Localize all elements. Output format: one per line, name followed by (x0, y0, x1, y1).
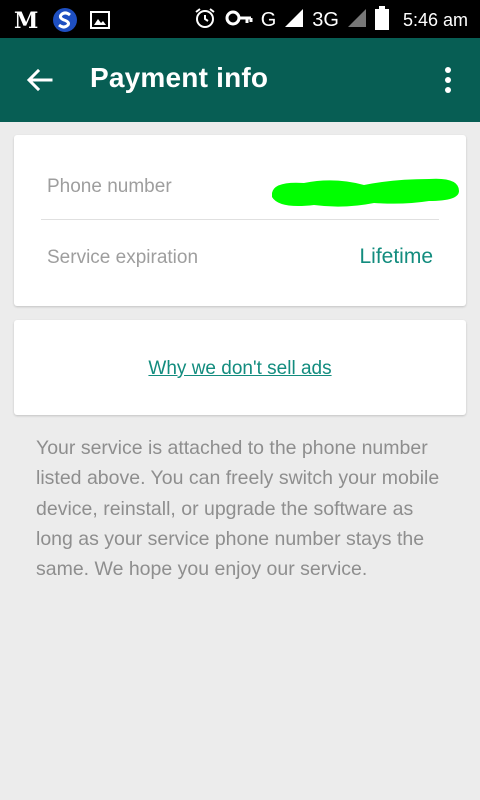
service-expiration-label: Service expiration (47, 247, 199, 268)
gallery-icon (90, 10, 110, 35)
key-icon (225, 8, 253, 33)
phone-number-redaction (264, 173, 464, 218)
ads-link-card: Why we don't sell ads (14, 320, 466, 415)
service-description: Your service is attached to the phone nu… (36, 437, 440, 581)
page-title: Payment info (90, 62, 269, 93)
m-app-icon: M (14, 8, 40, 36)
phone-number-label: Phone number (47, 176, 172, 197)
more-options-button[interactable] (438, 60, 458, 100)
app-bar: Payment info (0, 38, 480, 122)
more-vert-icon (445, 67, 451, 93)
divider (41, 219, 439, 220)
payment-info-card: Phone number Service expiration Lifetime (14, 135, 466, 306)
network-3g-label: 3G (312, 9, 339, 31)
status-time: 5:46 am (402, 10, 468, 30)
battery-icon (374, 6, 389, 35)
signal-g-icon (284, 8, 304, 33)
arrow-back-icon (26, 68, 53, 92)
svg-text:M: M (14, 9, 38, 31)
service-expiration-value: Lifetime (359, 245, 433, 268)
signal-3g-icon (347, 8, 367, 33)
s-app-icon (52, 7, 78, 38)
network-g-label: G (260, 9, 277, 31)
why-no-ads-link[interactable]: Why we don't sell ads (14, 358, 466, 380)
back-button[interactable] (20, 60, 60, 100)
alarm-icon (193, 6, 217, 35)
status-bar: M G 3G 5:46 am (0, 0, 480, 38)
